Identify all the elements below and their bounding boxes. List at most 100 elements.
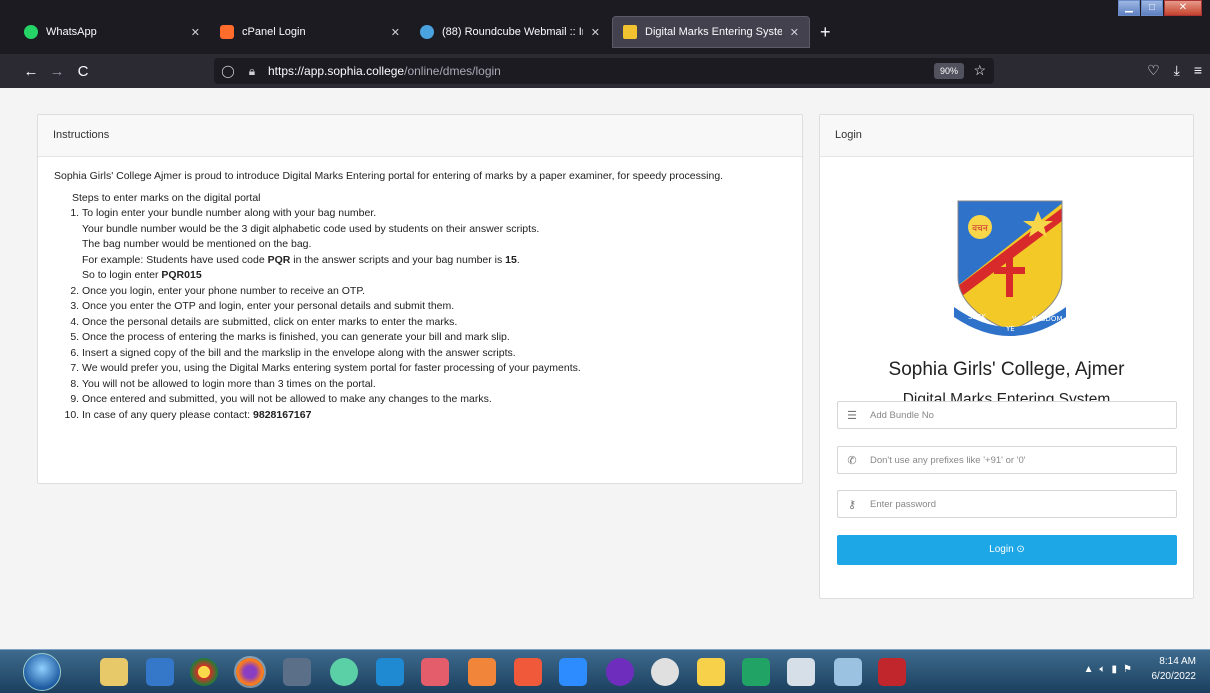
minimize-button[interactable]: ▁ xyxy=(1118,0,1140,16)
back-arrow-icon[interactable]: ← xyxy=(18,63,44,80)
tab-label: cPanel Login xyxy=(242,26,306,38)
password-field[interactable]: ⚷ Enter password xyxy=(837,490,1177,518)
network-icon[interactable]: ▮ xyxy=(1112,664,1118,675)
filezilla-icon[interactable] xyxy=(878,658,906,686)
example-text: For example: Students have used code xyxy=(82,253,268,266)
step-login-example: So to login enter PQR015 xyxy=(82,268,786,284)
forward-arrow-icon[interactable]: → xyxy=(44,63,70,80)
url-host: https://app.sophia.college xyxy=(268,64,405,78)
file-explorer-icon[interactable] xyxy=(100,658,128,686)
list-icon: ☰ xyxy=(847,409,857,422)
dmes-icon xyxy=(623,25,637,39)
instructions-body: Sophia Girls' College Ajmer is proud to … xyxy=(38,157,802,435)
logo-text: SEEK xyxy=(968,313,986,321)
tray-arrow-icon[interactable]: ▲ xyxy=(1084,664,1094,675)
key-icon: ⚷ xyxy=(847,498,857,511)
zoom-icon[interactable] xyxy=(559,658,587,686)
logo-text: WISDOM xyxy=(1032,315,1062,323)
menu-icon[interactable]: ≡ xyxy=(1194,62,1202,79)
atom-icon[interactable] xyxy=(330,658,358,686)
whatsapp-icon xyxy=(24,25,38,39)
volume-icon[interactable]: 🔈︎ xyxy=(1100,664,1106,675)
step-item: To login enter your bundle number along … xyxy=(82,206,786,284)
page-content: Instructions Sophia Girls' College Ajmer… xyxy=(0,88,1210,649)
example-login-code: PQR015 xyxy=(161,269,202,281)
password-placeholder: Enter password xyxy=(870,498,937,510)
pocket-icon[interactable]: ♡ xyxy=(1147,62,1160,79)
tab-strip: WhatsApp ✕ cPanel Login ✕ (88) Roundcube… xyxy=(0,16,1210,48)
sourcetree-icon[interactable] xyxy=(421,658,449,686)
chrome-icon[interactable] xyxy=(190,658,218,686)
slack-icon[interactable] xyxy=(651,658,679,686)
phone-placeholder: Don't use any prefixes like '+91' or '0' xyxy=(870,454,1026,466)
cpanel-icon xyxy=(220,25,234,39)
login-button[interactable]: Login ⊙ xyxy=(837,535,1177,565)
toolbar-icons: ♡ ⤓ ≡ xyxy=(1147,62,1202,79)
clock[interactable]: 8:14 AM 6/20/2022 xyxy=(1152,654,1197,684)
close-icon[interactable]: ✕ xyxy=(790,26,799,39)
intro-text: Sophia Girls' College Ajmer is proud to … xyxy=(54,170,724,182)
close-icon[interactable]: ✕ xyxy=(591,26,600,39)
notebook-icon[interactable] xyxy=(834,658,862,686)
lock-icon[interactable]: 🔒︎ xyxy=(242,64,262,79)
tab-label: Digital Marks Entering System xyxy=(645,26,782,38)
tab-label: (88) Roundcube Webmail :: Inb xyxy=(442,26,583,38)
podcast-icon[interactable] xyxy=(606,658,634,686)
firefox-icon[interactable] xyxy=(234,656,266,688)
system-tray: ▲ 🔈︎ ▮ ⚑ xyxy=(1084,664,1132,675)
flag-icon[interactable]: ⚑ xyxy=(1123,664,1132,675)
xampp-icon[interactable] xyxy=(514,658,542,686)
sublime-icon[interactable] xyxy=(468,658,496,686)
step-item: Once you login, enter your phone number … xyxy=(82,284,786,300)
step-item: You will not be allowed to login more th… xyxy=(82,377,786,393)
login-card: Login वचन SEEK YE WISDOM Sophia Girls' C… xyxy=(819,114,1194,599)
media-player-icon[interactable] xyxy=(146,658,174,686)
tab-label: WhatsApp xyxy=(46,26,97,38)
new-tab-button[interactable]: + xyxy=(820,22,831,43)
url-path: /online/dmes/login xyxy=(404,64,501,78)
bundle-number-field[interactable]: ☰ Add Bundle No xyxy=(837,401,1177,429)
tab-roundcube[interactable]: (88) Roundcube Webmail :: Inb ✕ xyxy=(410,16,610,48)
window-controls: ▁ □ ✕ xyxy=(1117,0,1202,18)
phone-icon: ✆ xyxy=(847,454,857,467)
instructions-card: Instructions Sophia Girls' College Ajmer… xyxy=(37,114,803,484)
circle-arrow-right-icon: ⊙ xyxy=(1016,544,1025,555)
clock-time: 8:14 AM xyxy=(1159,656,1196,667)
steps-list: To login enter your bundle number along … xyxy=(54,206,786,423)
bookmark-star-icon[interactable]: ☆ xyxy=(973,62,986,79)
close-icon[interactable]: ✕ xyxy=(391,26,400,39)
clock-date: 6/20/2022 xyxy=(1151,671,1197,682)
close-icon[interactable]: ✕ xyxy=(191,26,200,39)
download-icon[interactable]: ⤓ xyxy=(1174,62,1180,79)
phone-number-field[interactable]: ✆ Don't use any prefixes like '+91' or '… xyxy=(837,446,1177,474)
tab-whatsapp[interactable]: WhatsApp ✕ xyxy=(14,16,210,48)
shield-icon[interactable]: ◯ xyxy=(218,64,238,78)
roundcube-icon xyxy=(420,25,434,39)
step-text: To login enter your bundle number along … xyxy=(82,207,377,219)
step-item: Once the personal details are submitted,… xyxy=(82,315,786,331)
vscode-icon[interactable] xyxy=(376,658,404,686)
url-bar[interactable]: ◯ 🔒︎ https://app.sophia.college/online/d… xyxy=(214,58,994,84)
close-window-button[interactable]: ✕ xyxy=(1164,0,1202,16)
step-item: Once you enter the OTP and login, enter … xyxy=(82,299,786,315)
zoom-level[interactable]: 90% xyxy=(933,63,964,79)
ms-office-icon[interactable] xyxy=(697,658,725,686)
maximize-button[interactable]: □ xyxy=(1141,0,1163,16)
example-text: So to login enter xyxy=(82,269,162,281)
windows-taskbar: ▲ 🔈︎ ▮ ⚑ 8:14 AM 6/20/2022 xyxy=(0,649,1210,693)
steps-title: Steps to enter marks on the digital port… xyxy=(72,191,261,204)
window-app-icon[interactable] xyxy=(787,658,815,686)
contact-number: 9828167167 xyxy=(253,408,312,421)
tab-cpanel[interactable]: cPanel Login ✕ xyxy=(210,16,410,48)
spreadsheet-icon[interactable] xyxy=(742,658,770,686)
login-button-label: Login xyxy=(989,544,1014,555)
tab-dmes[interactable]: Digital Marks Entering System ✕ xyxy=(612,16,810,48)
start-button[interactable] xyxy=(23,653,61,691)
notes-icon[interactable] xyxy=(283,658,311,686)
reload-icon[interactable]: C xyxy=(70,63,96,80)
step-example: For example: Students have used code PQR… xyxy=(82,253,786,269)
college-name: Sophia Girls' College, Ajmer xyxy=(888,359,1125,380)
step-subtext: Your bundle number would be the 3 digit … xyxy=(82,222,540,235)
login-header: Login xyxy=(820,115,1193,157)
logo-text: वचन xyxy=(972,224,989,234)
